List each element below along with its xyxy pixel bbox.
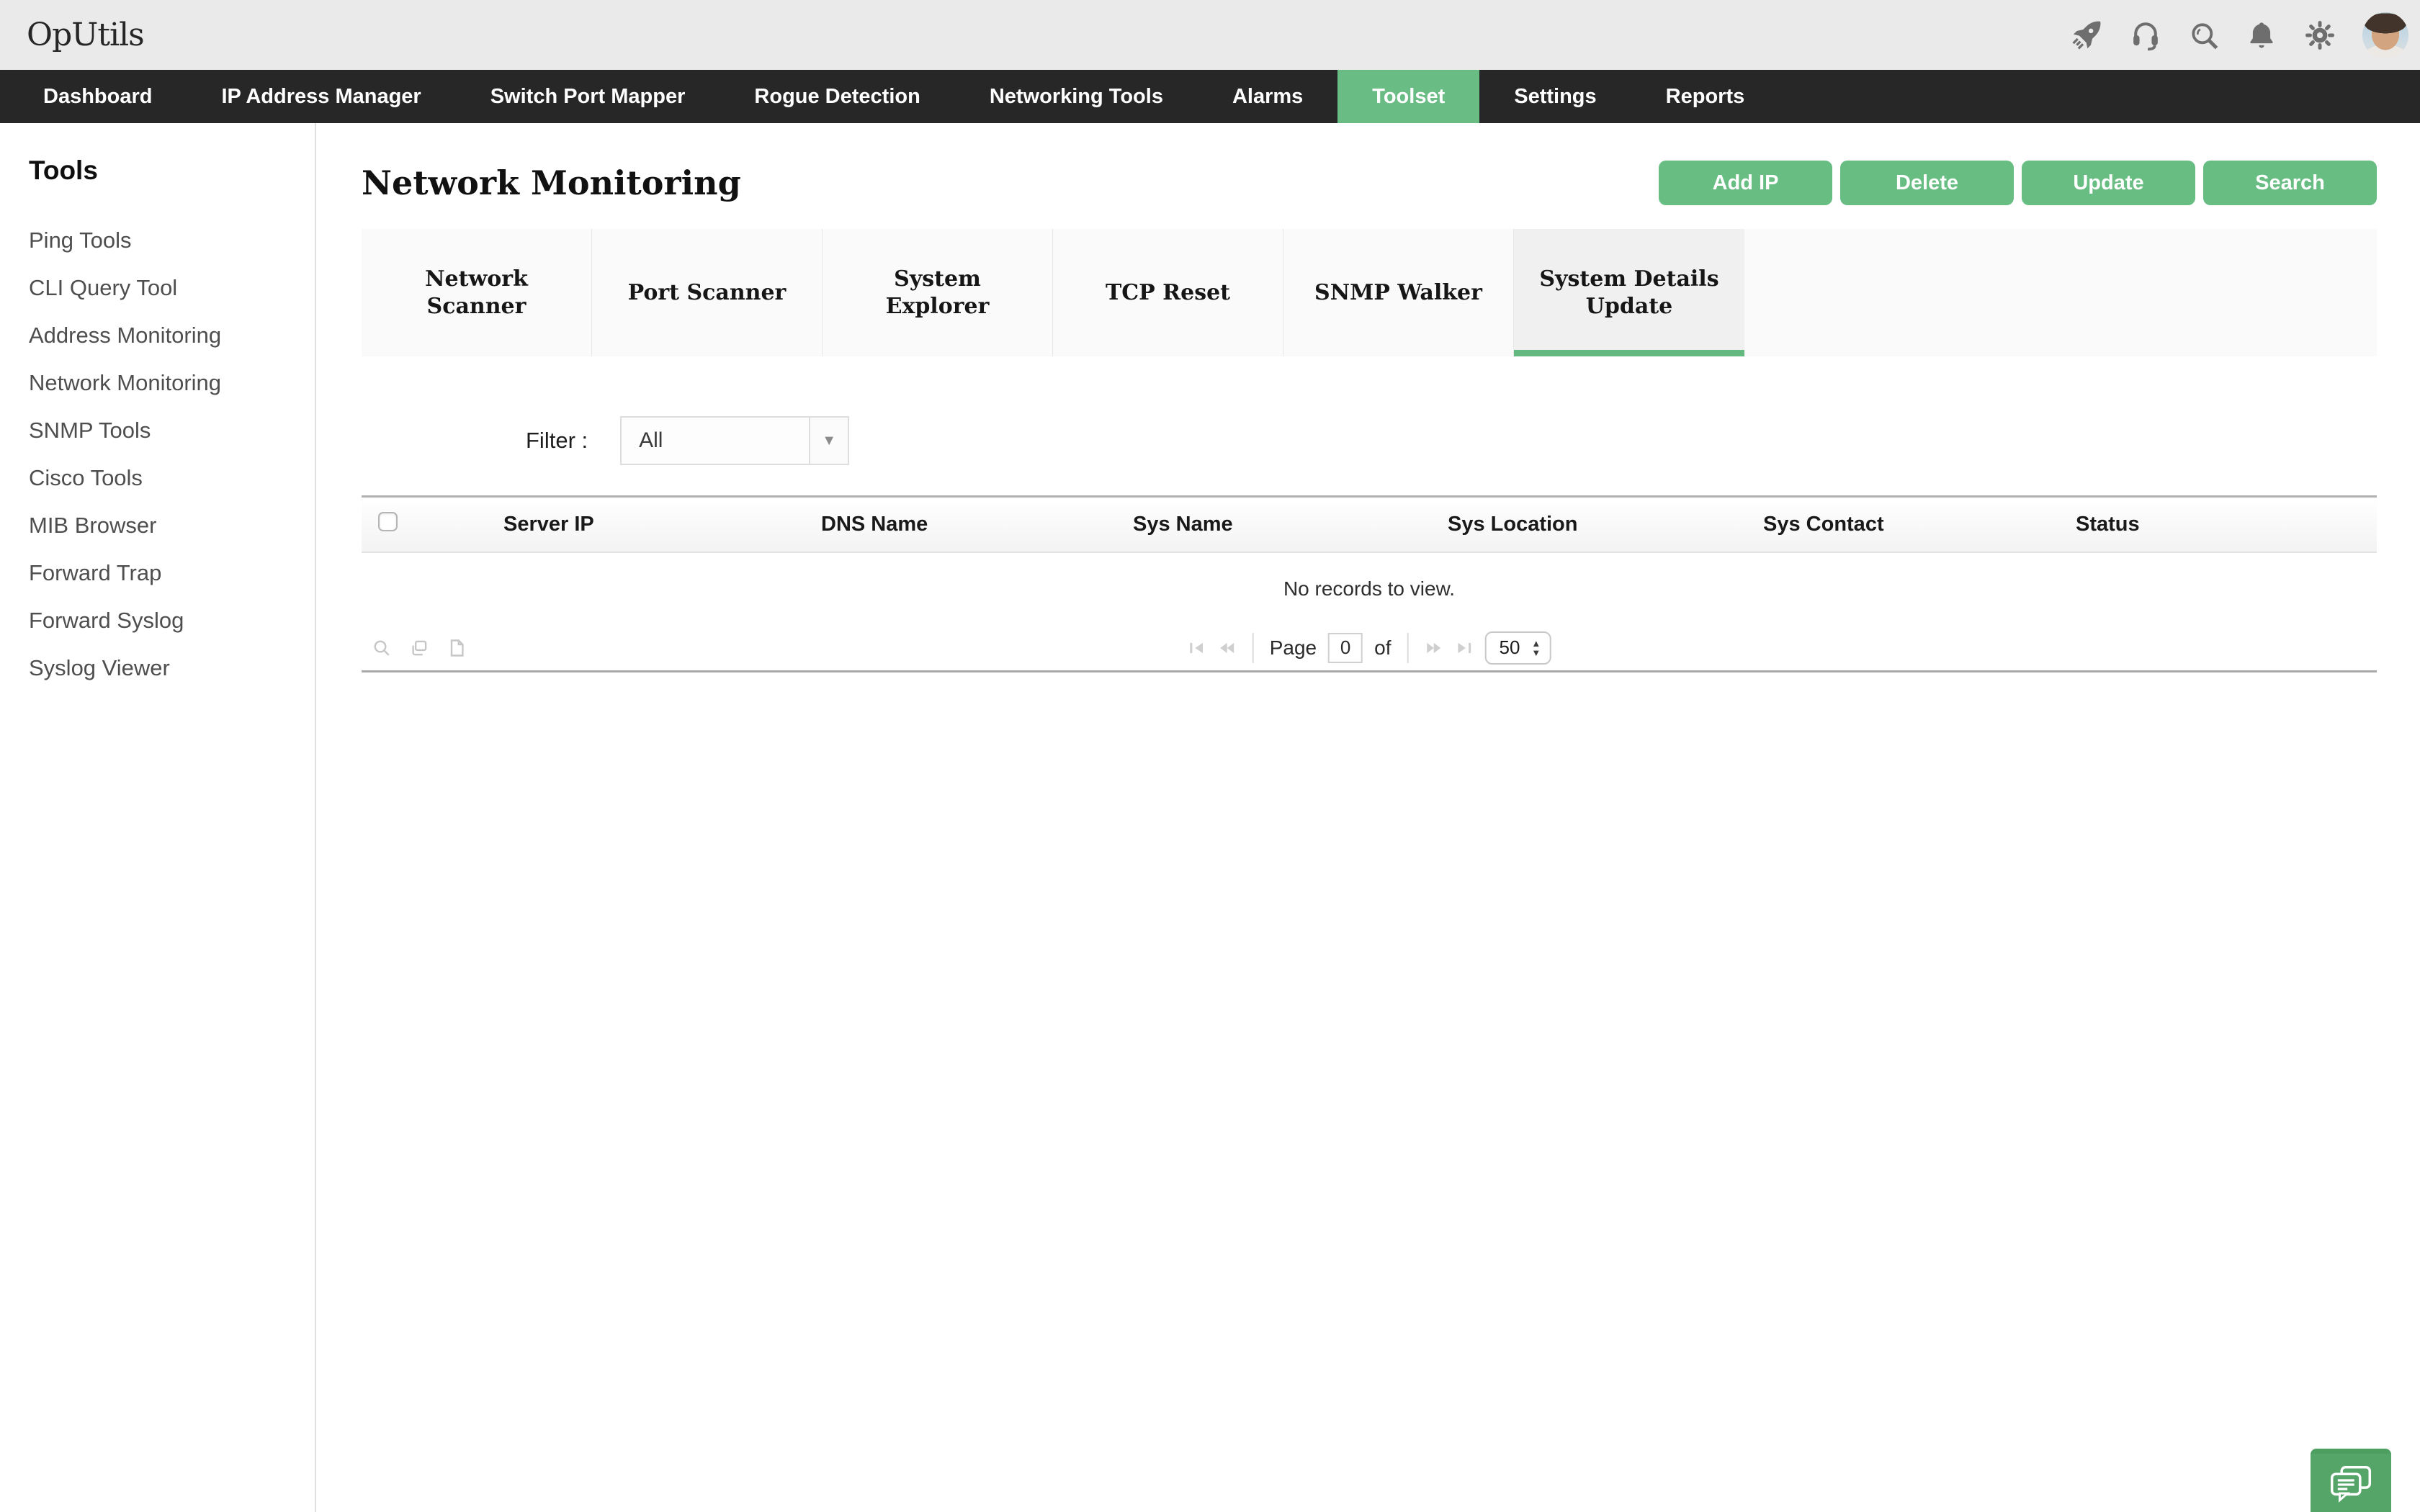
page-title: Network Monitoring xyxy=(362,163,741,202)
chat-icon xyxy=(2329,1464,2373,1503)
filter-label: Filter : xyxy=(526,428,588,454)
tab-network-scanner[interactable]: Network Scanner xyxy=(362,229,592,356)
tab-system-details-update[interactable]: System Details Update xyxy=(1514,229,1744,356)
prev-page-button[interactable] xyxy=(1218,641,1237,655)
sidebar-item-cli-query-tool[interactable]: CLI Query Tool xyxy=(29,264,315,312)
column-header-sys-name[interactable]: Sys Name xyxy=(1133,513,1448,536)
tab-port-scanner[interactable]: Port Scanner xyxy=(592,229,823,356)
filter-dropdown-value: All xyxy=(622,428,809,453)
page-size-select[interactable]: 50 ▲▼ xyxy=(1484,631,1551,665)
nav-item-networking-tools[interactable]: Networking Tools xyxy=(955,70,1198,123)
action-buttons: Add IP Delete Update Search xyxy=(1659,161,2377,205)
pager-divider xyxy=(1407,633,1408,663)
bell-icon[interactable] xyxy=(2246,19,2277,51)
main-nav: Dashboard IP Address Manager Switch Port… xyxy=(0,70,2420,123)
sidebar-item-forward-trap[interactable]: Forward Trap xyxy=(29,549,315,597)
copy-icon[interactable] xyxy=(409,638,429,658)
tab-tcp-reset[interactable]: TCP Reset xyxy=(1053,229,1283,356)
column-header-server-ip[interactable]: Server IP xyxy=(503,513,821,536)
grid-footer: Page of 50 ▲▼ xyxy=(362,625,2377,672)
pagination: Page of 50 ▲▼ xyxy=(1188,631,1551,665)
chevron-down-icon[interactable]: ▼ xyxy=(809,418,848,464)
live-chat-button[interactable] xyxy=(2311,1449,2391,1512)
page-label: Page xyxy=(1270,636,1317,660)
records-grid: Server IP DNS Name Sys Name Sys Location… xyxy=(362,495,2377,672)
add-ip-button[interactable]: Add IP xyxy=(1659,161,1832,205)
column-header-sys-contact[interactable]: Sys Contact xyxy=(1763,513,2076,536)
nav-item-rogue-detection[interactable]: Rogue Detection xyxy=(720,70,954,123)
rocket-icon[interactable] xyxy=(2070,19,2103,52)
delete-button[interactable]: Delete xyxy=(1840,161,2014,205)
pager-divider xyxy=(1252,633,1254,663)
top-bar: OpUtils xyxy=(0,0,2420,70)
nav-item-ip-address-manager[interactable]: IP Address Manager xyxy=(187,70,455,123)
column-header-status[interactable]: Status xyxy=(2076,513,2377,536)
nav-item-settings[interactable]: Settings xyxy=(1479,70,1631,123)
app-logo[interactable]: OpUtils xyxy=(27,17,144,53)
tab-snmp-walker[interactable]: SNMP Walker xyxy=(1283,229,1514,356)
spinner-arrows-icon: ▲▼ xyxy=(1531,639,1541,657)
last-page-button[interactable] xyxy=(1454,641,1473,655)
select-all-checkbox[interactable] xyxy=(378,512,398,531)
nav-item-reports[interactable]: Reports xyxy=(1631,70,1780,123)
of-label: of xyxy=(1374,636,1391,660)
sidebar-title: Tools xyxy=(29,156,315,186)
sidebar-item-address-monitoring[interactable]: Address Monitoring xyxy=(29,312,315,359)
grid-header-row: Server IP DNS Name Sys Name Sys Location… xyxy=(362,495,2377,553)
main-content: Network Monitoring Add IP Delete Update … xyxy=(316,123,2420,1512)
first-page-button[interactable] xyxy=(1188,641,1206,655)
column-header-dns-name[interactable]: DNS Name xyxy=(821,513,1133,536)
gear-icon[interactable] xyxy=(2303,19,2336,52)
sidebar-item-ping-tools[interactable]: Ping Tools xyxy=(29,217,315,264)
page-number-input[interactable] xyxy=(1328,633,1363,663)
grid-search-icon[interactable] xyxy=(372,638,392,658)
nav-item-toolset[interactable]: Toolset xyxy=(1337,70,1479,123)
column-header-sys-location[interactable]: Sys Location xyxy=(1448,513,1763,536)
topbar-icons xyxy=(2070,12,2408,58)
sidebar-item-mib-browser[interactable]: MIB Browser xyxy=(29,502,315,549)
empty-records-message: No records to view. xyxy=(1283,577,1455,600)
search-button[interactable]: Search xyxy=(2203,161,2377,205)
nav-item-alarms[interactable]: Alarms xyxy=(1198,70,1337,123)
sidebar-item-forward-syslog[interactable]: Forward Syslog xyxy=(29,597,315,644)
update-button[interactable]: Update xyxy=(2022,161,2195,205)
tools-sidebar: Tools Ping Tools CLI Query Tool Address … xyxy=(0,123,316,1512)
search-icon[interactable] xyxy=(2188,19,2220,51)
page-size-value: 50 xyxy=(1499,636,1520,659)
document-icon[interactable] xyxy=(447,638,467,658)
filter-dropdown[interactable]: All ▼ xyxy=(620,416,849,465)
nav-item-dashboard[interactable]: Dashboard xyxy=(9,70,187,123)
user-avatar[interactable] xyxy=(2362,12,2408,58)
headset-icon[interactable] xyxy=(2129,19,2162,52)
tab-system-explorer[interactable]: System Explorer xyxy=(823,229,1053,356)
nav-item-switch-port-mapper[interactable]: Switch Port Mapper xyxy=(456,70,720,123)
sidebar-item-cisco-tools[interactable]: Cisco Tools xyxy=(29,454,315,502)
sidebar-item-syslog-viewer[interactable]: Syslog Viewer xyxy=(29,644,315,692)
sidebar-item-network-monitoring[interactable]: Network Monitoring xyxy=(29,359,315,407)
tool-tabs: Network Scanner Port Scanner System Expl… xyxy=(362,229,2377,356)
next-page-button[interactable] xyxy=(1424,641,1443,655)
sidebar-item-snmp-tools[interactable]: SNMP Tools xyxy=(29,407,315,454)
